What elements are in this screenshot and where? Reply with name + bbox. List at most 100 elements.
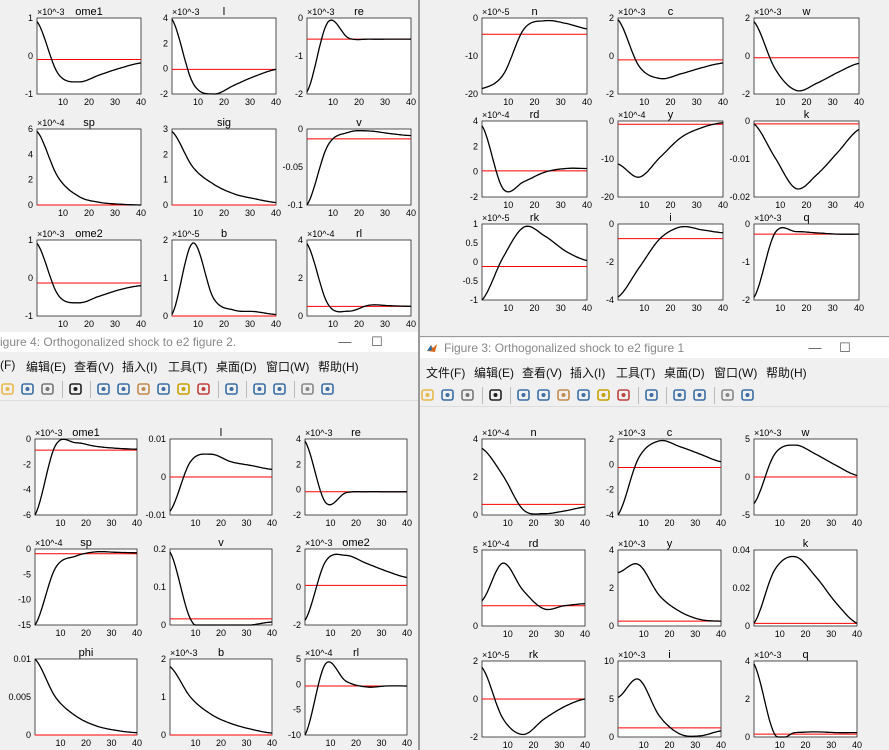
subplot-k[interactable]: k 0.04 0.02 0 10 20 30 40	[732, 538, 862, 639]
subplot-c[interactable]: c×10^-320-210 20 30 40	[606, 6, 728, 107]
figure-window-1: ome1 ×10^-3 1 0 -1 10 20 30 40 l ×10^-3 4 2 0 -2 10 20 30…	[0, 0, 418, 330]
axes-box	[36, 17, 142, 95]
y-tick-label: -0.1	[287, 200, 303, 210]
y-tick-label: 4	[296, 434, 301, 444]
subplot-rd[interactable]: rd×10^-4420-210 20 30 40	[470, 109, 592, 210]
y-tick-label: 5	[745, 434, 750, 444]
subplot-title: rd	[530, 109, 540, 121]
subplot-title: w	[802, 6, 811, 18]
axis-exponent: ×10^-4	[482, 539, 510, 549]
subplot-v[interactable]: v 0 -0.05 -0.1 10 20 30 40	[282, 117, 416, 218]
y-tick-label: 0	[745, 621, 750, 631]
x-tick-label: 10	[55, 518, 65, 528]
axes-box	[617, 660, 722, 738]
axes-box	[753, 549, 858, 627]
x-tick-label: 40	[852, 629, 862, 639]
subplot-phi[interactable]: phi 0.01 0.005 0 10 20 30 40	[8, 647, 142, 748]
subplot-l[interactable]: l 0.01 0 -0.01 10 20 30 40	[145, 427, 277, 528]
axis-exponent: ×10^-3	[618, 650, 646, 660]
subplot-sp[interactable]: sp×10^-4642010 20 30 40	[28, 117, 146, 218]
subplot-i[interactable]: i 0 -2 -4 10 20 30 40	[606, 212, 728, 313]
subplot-y[interactable]: y ×10^-4 0 -10 -20 10 20 30 40	[601, 109, 728, 210]
subplot-q[interactable]: q ×10^-3 0 -1 -2 10 20 30 40	[742, 212, 864, 313]
x-tick-label: 10	[639, 200, 649, 210]
x-tick-label: 20	[529, 303, 539, 313]
x-tick-label: 10	[190, 738, 200, 748]
y-tick-label: 0	[745, 732, 750, 742]
y-tick-label: -4	[23, 485, 31, 495]
y-tick-label: -20	[465, 89, 478, 99]
y-tick-label: 0	[745, 219, 750, 229]
x-tick-label: 20	[800, 629, 810, 639]
x-tick-label: 30	[556, 303, 566, 313]
subplot-y[interactable]: y×10^-342010 20 30 40	[609, 538, 726, 639]
subplot-title: i	[668, 649, 670, 661]
subplot-re[interactable]: re ×10^-3 0 -1 -2 10 20 30 40	[295, 6, 416, 107]
y-tick-label: 2	[296, 459, 301, 469]
subplot-sig[interactable]: sig321010 20 30 40	[163, 117, 281, 218]
subplot-w[interactable]: w×10^-320-210 20 30 40	[742, 6, 864, 107]
y-tick-label: 4	[473, 434, 478, 444]
axis-exponent: ×10^-3	[305, 538, 333, 548]
x-tick-label: 40	[580, 629, 590, 639]
subplot-ome1[interactable]: ome1 ×10^-3 0 -2 -4 -6 10 20 30 40	[23, 427, 142, 528]
y-tick-label: -6	[23, 510, 31, 520]
subplot-l[interactable]: l×10^-3420-210 20 30 40	[160, 6, 281, 107]
subplot-n[interactable]: n ×10^-5 0 -10 -20 10 20 30 40	[465, 6, 592, 107]
y-tick-label: 0	[609, 51, 614, 61]
x-tick-label: 30	[828, 200, 838, 210]
axes-box	[306, 128, 412, 206]
x-tick-label: 20	[665, 200, 675, 210]
x-tick-label: 20	[351, 628, 361, 638]
subplot-c[interactable]: c×10^-320-2-410 20 30 40	[606, 427, 726, 528]
y-tick-label: 2	[163, 38, 168, 48]
axes-box	[171, 239, 277, 317]
subplot-rk[interactable]: rk ×10^-5 1 0.5 0 -0.5 -1 10 20 30 40	[462, 212, 592, 313]
axes-box	[169, 548, 273, 626]
y-tick-label: 0	[473, 694, 478, 704]
subplot-re[interactable]: re×10^-3420-210 20 30 40	[293, 427, 412, 528]
subplot-rl[interactable]: rl×10^-442010 20 30 40	[298, 228, 416, 329]
subplot-ome2[interactable]: ome2×10^-320-210 20 30 40	[293, 537, 412, 638]
x-tick-label: 30	[690, 518, 700, 528]
x-tick-label: 30	[110, 208, 120, 218]
figure-window-4: Figure 3: Orthogonalized shock to e2 fig…	[420, 338, 889, 750]
subplot-rk[interactable]: rk×10^-520-210 20 30 40	[470, 649, 590, 750]
axis-exponent: ×10^-3	[618, 7, 646, 17]
x-tick-label: 30	[245, 208, 255, 218]
subplot-title: re	[351, 427, 361, 439]
y-tick-label: -0.01	[729, 154, 750, 164]
subplot-n[interactable]: n×10^-442010 20 30 40	[473, 427, 590, 528]
y-tick-label: 0	[26, 434, 31, 444]
y-tick-label: -10	[601, 154, 614, 164]
subplot-rl[interactable]: rl ×10^-4 5 0 -5 -10 10 20 30 40	[288, 647, 412, 748]
subplot-q[interactable]: q×10^-342010 20 30 40	[745, 649, 862, 750]
y-tick-label: 0	[473, 257, 478, 267]
y-tick-label: 0	[609, 219, 614, 229]
x-tick-label: 20	[219, 208, 229, 218]
window-border	[420, 336, 889, 337]
subplot-b[interactable]: b×10^-321010 20 30 40	[161, 647, 277, 748]
x-tick-label: 20	[801, 200, 811, 210]
subplot-i[interactable]: i ×10^-3 10 5 0 10 20 30 40	[604, 649, 726, 750]
subplot-v[interactable]: v 0.2 0.1 0 10 20 30 40	[153, 537, 277, 638]
subplot-b[interactable]: b×10^-521010 20 30 40	[163, 228, 281, 329]
x-tick-label: 30	[826, 629, 836, 639]
subplot-ome1[interactable]: ome1×10^-310-110 20 30 40	[25, 6, 146, 107]
x-tick-label: 10	[639, 303, 649, 313]
subplot-rd[interactable]: rd ×10^-4 5 0 10 20 30 40	[473, 538, 590, 639]
x-tick-label: 30	[690, 629, 700, 639]
subplot-w[interactable]: w ×10^-3 5 0 -5 10 20 30 40	[742, 427, 862, 528]
axes-box	[304, 548, 408, 626]
subplot-sp[interactable]: sp ×10^-4 0 -5 -10 -15 10 20 30 40	[18, 537, 142, 638]
y-tick-label: -4	[606, 295, 614, 305]
subplot-title: phi	[79, 647, 94, 659]
axes-box	[306, 239, 412, 317]
subplot-ome2[interactable]: ome2×10^-310-110 20 30 40	[25, 228, 146, 329]
y-tick-label: -2	[293, 510, 301, 520]
subplot-title: sp	[83, 117, 95, 129]
subplot-k[interactable]: k 0 -0.01 -0.02 10 20 30 40	[729, 109, 864, 210]
x-tick-label: 40	[580, 740, 590, 750]
x-tick-label: 20	[81, 518, 91, 528]
x-tick-label: 10	[503, 629, 513, 639]
